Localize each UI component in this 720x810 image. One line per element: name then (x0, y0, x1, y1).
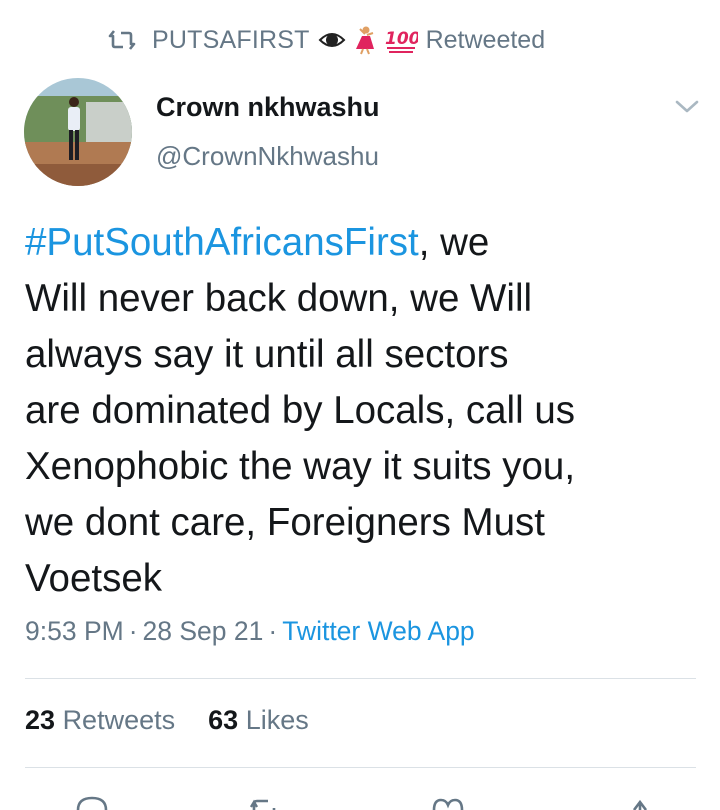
likes-label: Likes (245, 705, 309, 735)
hundred-points-emoji-icon: 100 (384, 26, 418, 54)
divider (25, 678, 696, 679)
likes-stat[interactable]: 63 Likes (208, 705, 309, 735)
hashtag-link[interactable]: #PutSouthAfricansFirst (25, 221, 419, 264)
retweets-label: Retweets (62, 705, 176, 735)
retweeter-name: PUTSAFIRST (152, 25, 310, 54)
divider (25, 767, 696, 768)
avatar[interactable] (24, 78, 132, 186)
tweet-line-6: we dont care, Foreigners Must (25, 501, 545, 544)
tweet-meta: 9:53 PM · 28 Sep 21 · Twitter Web App (25, 616, 475, 647)
tweet-text-fragment: , we (418, 221, 490, 264)
tweet-line-3: always say it until all sectors (25, 333, 509, 376)
retweets-count: 23 (25, 705, 56, 735)
retweets-stat[interactable]: 23 Retweets (25, 705, 175, 735)
tweet-text: #PutSouthAfricansFirst, we Will never ba… (25, 215, 705, 607)
reply-icon[interactable] (72, 790, 112, 810)
tweet-line-2: Will never back down, we Will (25, 277, 533, 320)
retweet-context[interactable]: PUTSAFIRST 100 Retweeted (108, 22, 545, 58)
avatar-photo (24, 78, 132, 186)
tweet-time[interactable]: 9:53 PM (25, 616, 124, 646)
chevron-down-icon[interactable] (674, 98, 700, 116)
like-icon[interactable] (428, 790, 468, 810)
retweeted-label: Retweeted (425, 25, 546, 54)
retweet-icon (108, 30, 136, 50)
tweet-line-7: Voetsek (25, 557, 162, 600)
tweet-line-5: Xenophobic the way it suits you, (25, 445, 576, 488)
tweet-date[interactable]: 28 Sep 21 (143, 616, 264, 646)
share-icon[interactable] (620, 790, 660, 810)
tweet-stats: 23 Retweets 63 Likes (25, 705, 309, 736)
source-link[interactable]: Twitter Web App (282, 616, 474, 646)
meta-separator: · (128, 616, 138, 646)
likes-count: 63 (208, 705, 239, 735)
meta-separator: · (268, 616, 278, 646)
author-handle[interactable]: @CrownNkhwashu (156, 141, 379, 172)
author-display-name[interactable]: Crown nkhwashu (156, 92, 380, 123)
retweet-action-icon[interactable] (246, 790, 286, 810)
dancer-emoji-icon (354, 25, 376, 55)
svg-text:100: 100 (385, 29, 418, 49)
eye-emoji-icon (318, 30, 346, 50)
tweet-line-4: are dominated by Locals, call us (25, 389, 575, 432)
tweet-line-1: #PutSouthAfricansFirst, we (25, 215, 705, 271)
